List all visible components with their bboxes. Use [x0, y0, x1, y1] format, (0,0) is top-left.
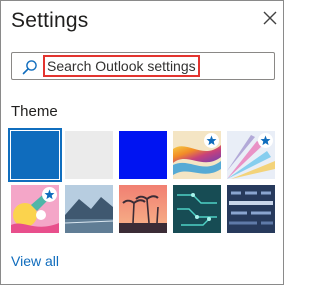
close-icon[interactable]	[263, 11, 277, 25]
theme-tile-pink-illustration[interactable]	[11, 185, 59, 233]
theme-tile-rainbow-ribbons[interactable]	[173, 131, 221, 179]
theme-tile-blue-text-pattern[interactable]	[227, 185, 275, 233]
theme-tile-royal-blue[interactable]	[119, 131, 167, 179]
search-icon	[22, 59, 38, 75]
search-input[interactable]	[43, 55, 200, 77]
panel-title: Settings	[11, 9, 89, 32]
theme-tile-blue[interactable]	[8, 128, 62, 182]
theme-tile-circuit-board[interactable]	[173, 185, 221, 233]
premium-star-icon	[204, 133, 219, 148]
view-all-link[interactable]: View all	[11, 253, 59, 269]
theme-tile-palm-sunset[interactable]	[119, 185, 167, 233]
theme-tile-light-rays[interactable]	[227, 131, 275, 179]
theme-tile-mountain-lake[interactable]	[65, 185, 113, 233]
premium-star-icon	[258, 133, 273, 148]
settings-panel: Settings Theme	[0, 0, 284, 285]
search-box	[11, 52, 275, 80]
premium-star-icon	[42, 187, 57, 202]
theme-tile-light-gray[interactable]	[65, 131, 113, 179]
theme-section-title: Theme	[11, 103, 58, 120]
